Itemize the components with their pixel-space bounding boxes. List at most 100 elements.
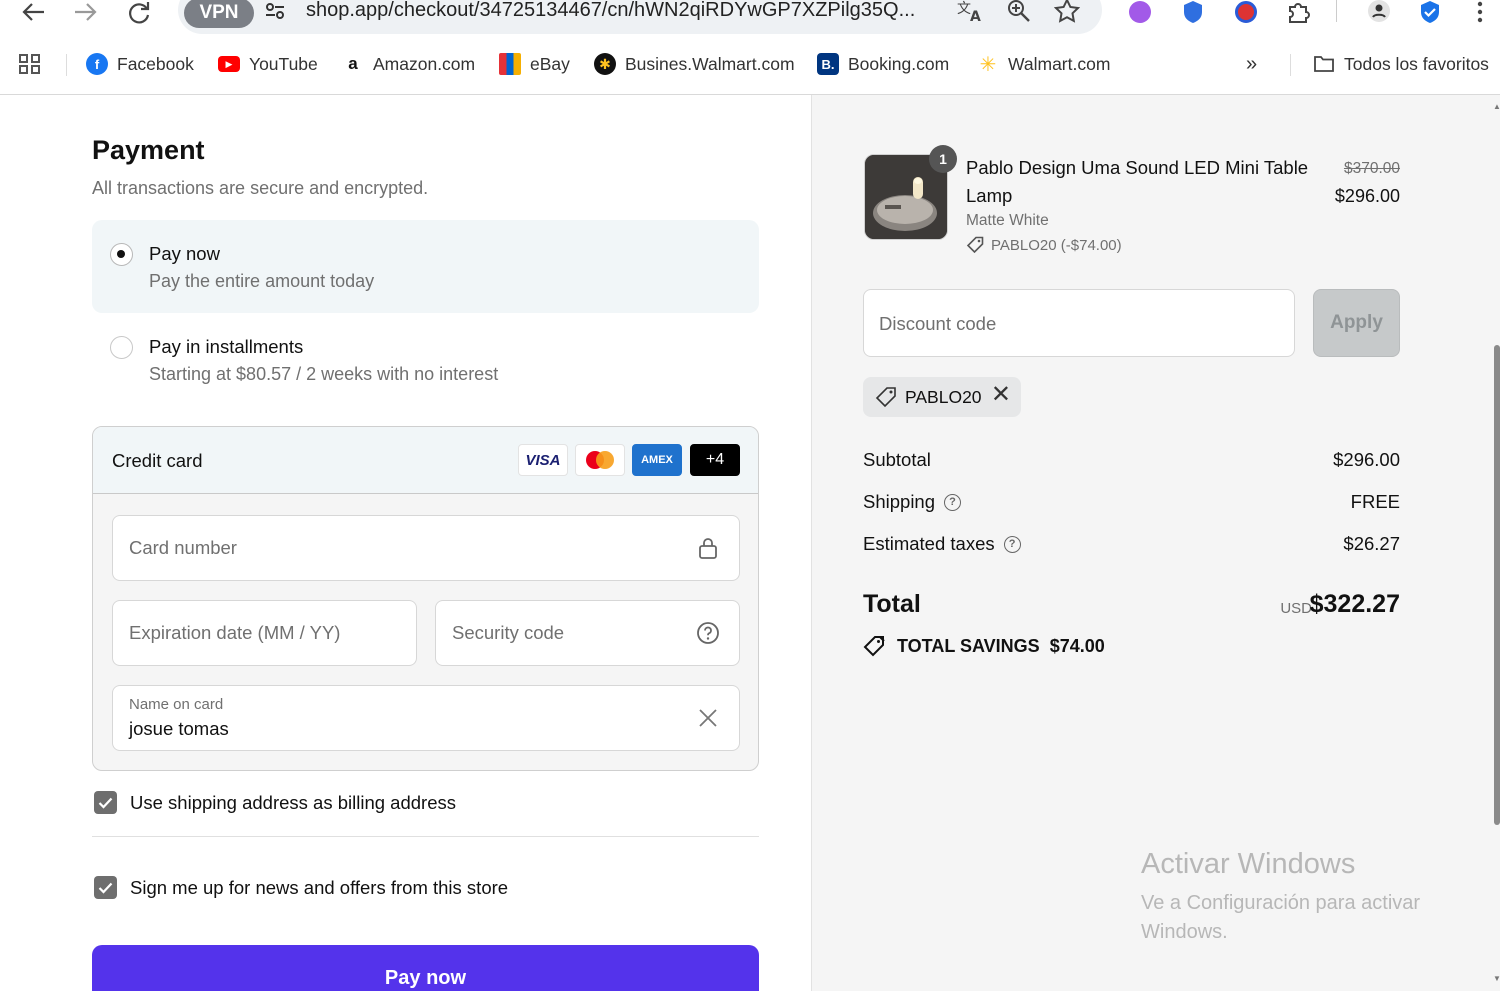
shipping-value: FREE	[1350, 491, 1400, 512]
windows-activation-watermark: Activar Windows Ve a Configuración para …	[1141, 848, 1471, 947]
newsletter-checkbox[interactable]	[94, 876, 117, 899]
profile-avatar-icon[interactable]	[1366, 0, 1392, 24]
installments-radio[interactable]	[110, 336, 133, 359]
folder-icon	[1314, 56, 1334, 72]
apply-button[interactable]: Apply	[1313, 289, 1400, 357]
reload-button[interactable]	[121, 0, 157, 24]
discount-code-input[interactable]: Discount code	[863, 289, 1295, 357]
pay-now-button[interactable]: Pay now	[92, 945, 759, 991]
pay-now-option[interactable]: Pay now Pay the entire amount today	[92, 220, 759, 313]
security-code-field[interactable]: Security code	[435, 600, 740, 666]
bookmark-walmart-business[interactable]: ✱ Busines.Walmart.com	[594, 52, 795, 76]
discounted-price: $296.00	[1334, 186, 1400, 206]
credit-card-title: Credit card	[112, 450, 203, 471]
bookmark-label: Amazon.com	[373, 53, 476, 74]
subtotal-row: Subtotal $296.00	[863, 449, 1400, 475]
billing-address-checkbox[interactable]	[94, 791, 117, 814]
pay-now-label: Pay now	[384, 967, 467, 989]
translate-icon[interactable]: 文A	[956, 0, 986, 24]
scroll-down-arrow[interactable]: ▼	[1493, 975, 1500, 983]
clear-icon[interactable]	[695, 705, 721, 731]
bookmark-facebook[interactable]: f Facebook	[86, 52, 194, 76]
bookmarks-divider	[1290, 54, 1291, 76]
lock-icon	[695, 535, 721, 561]
svg-text:文: 文	[957, 1, 971, 17]
extension-bug-icon[interactable]	[1233, 0, 1259, 24]
watermark-title: Activar Windows	[1141, 848, 1356, 880]
billing-address-label[interactable]: Use shipping address as billing address	[130, 792, 456, 814]
option-subtitle: Starting at $80.57 / 2 weeks with no int…	[149, 364, 499, 384]
option-title: Pay in installments	[149, 336, 304, 357]
tag-icon	[863, 636, 885, 657]
expiration-date-field[interactable]: Expiration date (MM / YY)	[112, 600, 417, 666]
browser-menu-icon[interactable]	[1467, 0, 1493, 24]
back-button[interactable]	[15, 0, 51, 24]
taxes-label: Estimated taxes	[863, 533, 995, 554]
bookmark-amazon[interactable]: a Amazon.com	[342, 52, 475, 76]
bookmark-label: Facebook	[117, 53, 194, 74]
scroll-up-arrow[interactable]: ▲	[1493, 103, 1500, 111]
apps-grid-icon[interactable]	[18, 52, 42, 76]
card-number-field[interactable]: Card number	[112, 515, 740, 581]
ebay-icon	[499, 53, 521, 75]
shipping-row: Shipping? FREE	[863, 491, 1400, 517]
address-bar[interactable]: VPN shop.app/checkout/34725134467/cn/hWN…	[178, 0, 1102, 34]
expiration-placeholder: Expiration date (MM / YY)	[129, 622, 341, 643]
savings-label: TOTAL SAVINGS	[897, 635, 1040, 656]
facebook-icon: f	[86, 53, 108, 75]
bookmark-star-icon[interactable]	[1052, 0, 1082, 24]
arrow-left-icon	[22, 3, 44, 21]
forward-button[interactable]	[68, 0, 104, 24]
scrollbar-thumb[interactable]	[1494, 345, 1500, 825]
name-on-card-field[interactable]: Name on card josue tomas	[112, 685, 740, 751]
all-bookmarks-folder[interactable]: Todos los favoritos	[1313, 52, 1489, 76]
more-bookmarks-chevron-icon[interactable]: »	[1246, 52, 1257, 76]
bookmark-booking[interactable]: B. Booking.com	[817, 52, 949, 76]
taxes-row: Estimated taxes? $26.27	[863, 533, 1400, 559]
savings-value: $74.00	[1049, 635, 1105, 656]
amex-logo: AMEX	[632, 444, 682, 476]
newsletter-label[interactable]: Sign me up for news and offers from this…	[130, 877, 508, 899]
card-number-placeholder: Card number	[129, 537, 237, 558]
installments-option[interactable]: Pay in installments Starting at $80.57 /…	[92, 325, 759, 395]
credit-card-section: Credit card VISA AMEX +4 Card number Exp…	[92, 426, 759, 771]
checkmark-icon	[98, 797, 113, 809]
zoom-icon[interactable]	[1004, 0, 1034, 24]
youtube-icon: ▶	[218, 56, 240, 72]
help-circle-icon[interactable]: ?	[1003, 535, 1021, 553]
bookmark-youtube[interactable]: ▶ YouTube	[218, 52, 318, 76]
subtotal-value: $296.00	[1333, 449, 1400, 470]
booking-icon: B.	[817, 53, 839, 75]
site-settings-icon[interactable]	[262, 0, 288, 22]
total-currency: USD	[1280, 600, 1312, 617]
total-savings: TOTAL SAVINGS $74.00	[863, 635, 1105, 657]
extensions-puzzle-icon[interactable]	[1286, 0, 1312, 24]
shipping-label: Shipping	[863, 491, 936, 512]
bookmark-walmart[interactable]: ✳ Walmart.com	[977, 52, 1111, 76]
subtotal-label: Subtotal	[863, 449, 931, 470]
walmart-spark-icon: ✳	[979, 53, 997, 76]
credit-card-header[interactable]: Credit card VISA AMEX +4	[93, 427, 758, 494]
applied-code-chip: PABLO20 ✕	[863, 377, 1021, 417]
browser-toolbar: VPN shop.app/checkout/34725134467/cn/hWN…	[0, 0, 1500, 40]
help-circle-icon[interactable]	[695, 620, 721, 646]
more-cards-badge: +4	[690, 444, 740, 476]
option-subtitle: Pay the entire amount today	[149, 271, 375, 291]
remove-code-icon[interactable]: ✕	[991, 383, 1011, 407]
quantity-badge: 1	[929, 145, 957, 173]
tag-icon	[966, 236, 984, 254]
amazon-icon: a	[342, 53, 364, 75]
url-text[interactable]: shop.app/checkout/34725134467/cn/hWN2qiR…	[306, 0, 915, 22]
bookmark-label: YouTube	[249, 53, 318, 74]
watermark-subtitle: Ve a Configuración para activar Windows.	[1141, 892, 1421, 943]
bookmarks-bar: f Facebook ▶ YouTube a Amazon.com eBay ✱…	[0, 44, 1500, 84]
verified-check-icon[interactable]	[1417, 0, 1443, 24]
pay-now-radio[interactable]	[110, 243, 133, 266]
bookmark-ebay[interactable]: eBay	[499, 52, 570, 76]
option-title: Pay now	[149, 243, 220, 264]
extension-shield-icon[interactable]	[1180, 0, 1206, 24]
total-value: $322.27	[1309, 590, 1400, 618]
extension-purple-icon[interactable]	[1127, 0, 1153, 24]
help-circle-icon[interactable]: ?	[944, 493, 962, 511]
vpn-badge[interactable]: VPN	[184, 0, 254, 28]
